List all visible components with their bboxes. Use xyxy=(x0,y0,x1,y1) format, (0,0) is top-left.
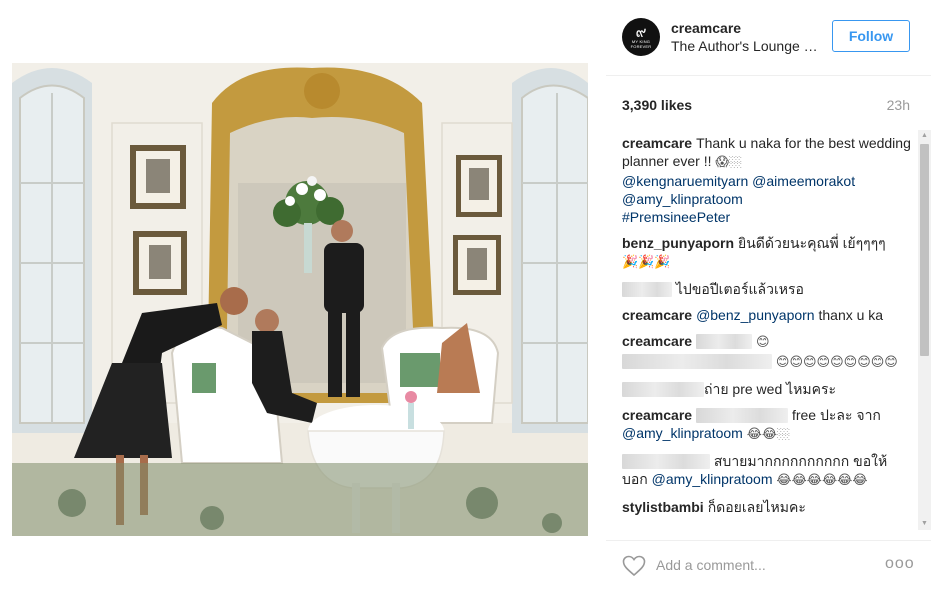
post-side-panel: ๙ MY KING FOREVER creamcare The Author's… xyxy=(606,0,931,593)
blurred-username xyxy=(622,382,704,397)
comment-item: สบายมากกกกกกกกกก ขอให้บอก @amy_klinprato… xyxy=(622,452,912,490)
follow-button[interactable]: Follow xyxy=(832,20,910,52)
post-timestamp[interactable]: 23h xyxy=(887,97,910,113)
more-options-icon[interactable]: ooo xyxy=(885,555,915,573)
heart-icon[interactable] xyxy=(622,555,646,577)
add-comment-input[interactable] xyxy=(656,554,876,576)
comment-caption: creamcare Thank u naka for the best weddi… xyxy=(622,134,912,226)
blurred-username xyxy=(622,454,710,469)
comment-item: stylistbambi ก็ดอยเลยไหมคะ xyxy=(622,498,912,516)
comment-mention[interactable]: @benz_punyaporn xyxy=(696,307,815,323)
comment-emoji: 😊 xyxy=(755,335,770,350)
comment-mention[interactable]: @amy_klinpratoom xyxy=(622,191,743,207)
comment-item: benz_punyaporn ยินดีด้วยนะคุณพี่ เย้ๆๆๆๆ 🎉… xyxy=(622,234,912,272)
scrollbar-thumb[interactable] xyxy=(920,144,929,356)
comment-item: ถ่าย pre wed ไหมคระ xyxy=(622,380,912,398)
blurred-username xyxy=(622,282,672,297)
blurred-text xyxy=(696,408,789,423)
post-photo-illustration xyxy=(12,63,588,536)
post-photo[interactable] xyxy=(12,63,588,536)
comments-scrollbar[interactable]: ▲ ▼ xyxy=(918,130,931,530)
blurred-text xyxy=(622,354,772,369)
comment-mention[interactable]: @kengnaruemityarn xyxy=(622,173,748,189)
comment-username[interactable]: benz_punyaporn xyxy=(622,235,734,251)
scroll-down-arrow-icon[interactable]: ▼ xyxy=(918,518,931,530)
comment-emoji: 🎉🎉🎉 xyxy=(622,255,671,270)
comment-username[interactable]: creamcare xyxy=(622,333,692,349)
location-text: The Author's Lounge - Mandarin Oriental xyxy=(671,38,821,54)
comment-emoji: 😊😊😊😊😊😊😊😊😊 xyxy=(775,355,898,370)
header-username[interactable]: creamcare xyxy=(671,20,741,36)
comment-mention[interactable]: @amy_klinpratoom xyxy=(652,471,773,487)
comment-text: free ปะละ จาก xyxy=(791,407,881,423)
comment-item: ไปขอปีเตอร์แล้วเหรอ xyxy=(622,280,912,298)
comment-text: ถ่าย pre wed ไหมคระ xyxy=(704,381,837,397)
avatar-caption: MY KING FOREVER xyxy=(630,39,652,49)
comment-text: thanx u ka xyxy=(814,307,884,323)
comment-item: creamcare free ปะละ จาก @amy_klinpratoom… xyxy=(622,406,912,444)
likes-count[interactable]: 3,390 likes xyxy=(622,97,692,113)
comment-text: ก็ดอยเลยไหมคะ xyxy=(707,499,806,515)
comment-mention[interactable]: @aimeemorakot xyxy=(752,173,855,189)
comment-mention[interactable]: @amy_klinpratoom xyxy=(622,425,743,441)
scroll-up-arrow-icon[interactable]: ▲ xyxy=(918,130,931,142)
avatar[interactable]: ๙ MY KING FOREVER xyxy=(622,18,660,56)
comment-username[interactable]: creamcare xyxy=(622,407,692,423)
comment-footer: ooo xyxy=(606,540,931,593)
likes-row: 3,390 likes 23h xyxy=(622,97,910,115)
comment-emoji: 😂😂🏼 xyxy=(746,427,791,442)
comment-emoji: 😂😂😂😂😂😂 xyxy=(776,473,868,488)
comment-item: creamcare 😊 😊😊😊😊😊😊😊😊😊 xyxy=(622,332,912,372)
comment-text: ไปขอปีเตอร์แล้วเหรอ xyxy=(675,281,804,297)
comment-text: ยินดีด้วยนะคุณพี่ เย้ๆๆๆๆ xyxy=(738,235,886,251)
comment-emoji: 😱🏼 xyxy=(715,155,742,170)
comment-username[interactable]: stylistbambi xyxy=(622,499,704,515)
comment-item: creamcare @benz_punyaporn thanx u ka xyxy=(622,306,912,324)
header-location[interactable]: The Author's Lounge - Mandarin Oriental xyxy=(671,38,821,54)
comments-list: creamcare Thank u naka for the best weddi… xyxy=(622,134,912,531)
post-header: ๙ MY KING FOREVER creamcare The Author's… xyxy=(606,0,931,76)
comment-hashtag[interactable]: #PremsineePeter xyxy=(622,209,730,225)
comment-username[interactable]: creamcare xyxy=(622,135,692,151)
blurred-text xyxy=(696,334,753,349)
comment-username[interactable]: creamcare xyxy=(622,307,692,323)
